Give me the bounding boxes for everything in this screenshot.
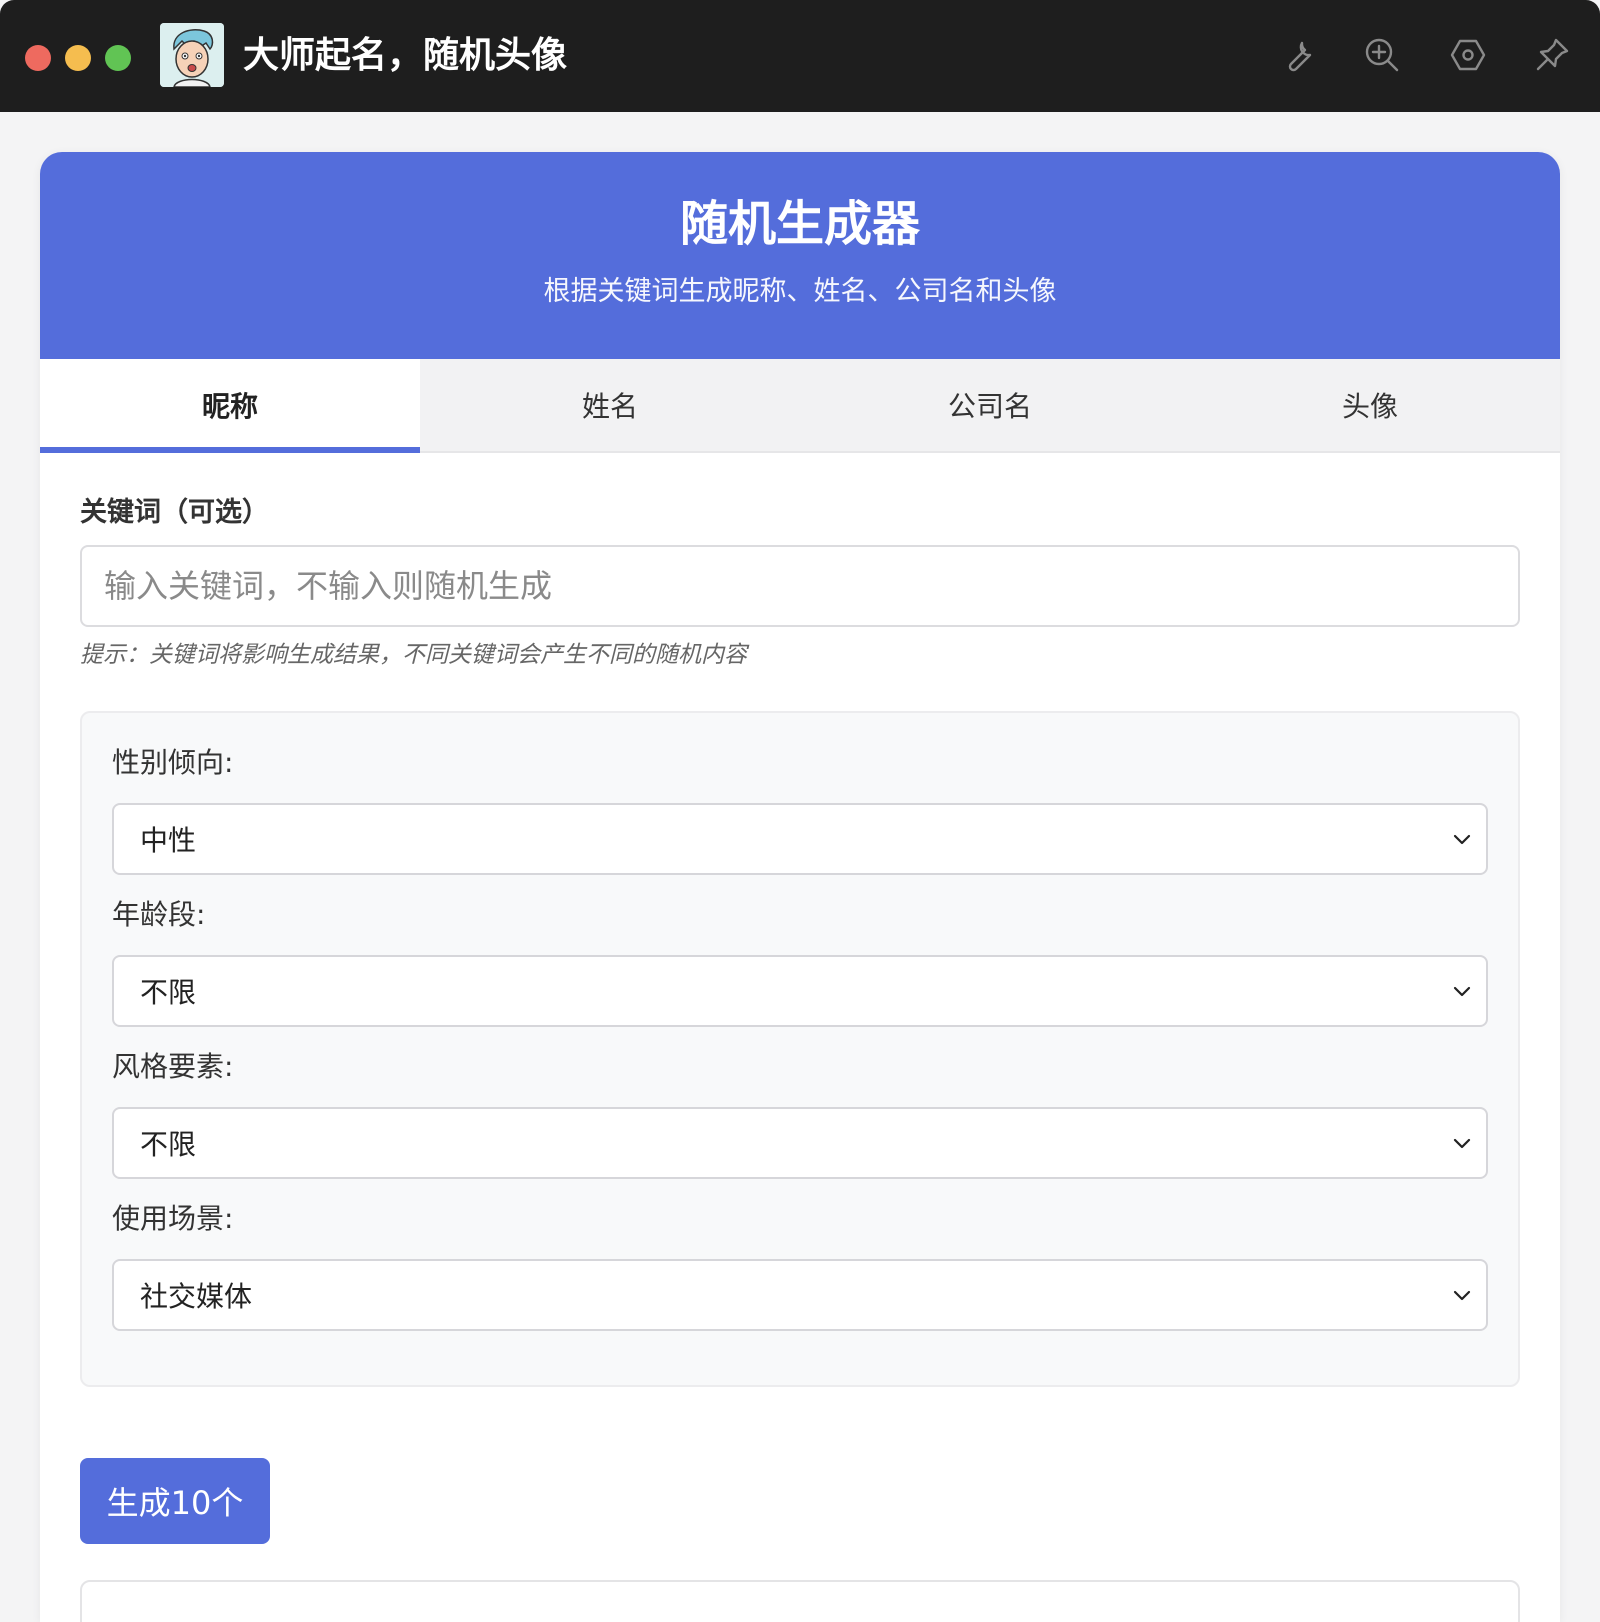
settings-hex-icon[interactable] — [1446, 33, 1490, 77]
chevron-down-icon — [1453, 1290, 1471, 1301]
window-titlebar: 大师起名，随机头像 — [0, 0, 1600, 112]
keyword-hint: 提示：关键词将影响生成结果，不同关键词会产生不同的随机内容 — [80, 642, 747, 668]
page-title: 随机生成器 — [679, 196, 920, 252]
scene-label: 使用场景: — [112, 1202, 234, 1235]
nickname-form: 关键词（可选） 提示：关键词将影响生成结果，不同关键词会产生不同的随机内容 性别… — [40, 493, 1560, 1387]
results-panel — [80, 1580, 1520, 1622]
header-banner: 随机生成器 根据关键词生成昵称、姓名、公司名和头像 — [40, 152, 1560, 359]
tab-name[interactable]: 姓名 — [420, 359, 800, 451]
tab-nickname[interactable]: 昵称 — [40, 359, 420, 453]
keyword-label: 关键词（可选） — [80, 497, 269, 528]
generate-button[interactable]: 生成10个 — [80, 1458, 270, 1544]
gender-select-value: 中性 — [140, 824, 197, 857]
tab-bar: 昵称 姓名 公司名 头像 — [40, 359, 1560, 453]
age-select-value: 不限 — [140, 976, 197, 1009]
age-label: 年龄段: — [112, 898, 206, 931]
tab-avatar[interactable]: 头像 — [1180, 359, 1560, 451]
style-select-value: 不限 — [140, 1128, 197, 1161]
window-title: 大师起名，随机头像 — [243, 35, 568, 76]
chevron-down-icon — [1453, 834, 1471, 845]
zoom-in-icon[interactable] — [1360, 33, 1404, 77]
gender-label: 性别倾向: — [112, 746, 234, 779]
chevron-down-icon — [1453, 986, 1471, 997]
options-panel: 性别倾向: 中性 年龄段: 不限 风格要素: 不限 使用场景: 社交媒体 — [80, 711, 1520, 1387]
app-avatar-icon — [160, 23, 224, 87]
pin-icon[interactable] — [1530, 33, 1574, 77]
scene-select[interactable]: 社交媒体 — [112, 1259, 1488, 1331]
close-window-button[interactable] — [25, 45, 51, 71]
age-select[interactable]: 不限 — [112, 955, 1488, 1027]
wrench-icon[interactable] — [1276, 33, 1320, 77]
scene-select-value: 社交媒体 — [140, 1280, 253, 1313]
minimize-window-button[interactable] — [65, 45, 91, 71]
keyword-input[interactable] — [80, 545, 1520, 627]
tab-company-name[interactable]: 公司名 — [800, 359, 1180, 451]
maximize-window-button[interactable] — [105, 45, 131, 71]
gender-select[interactable]: 中性 — [112, 803, 1488, 875]
page-subtitle: 根据关键词生成昵称、姓名、公司名和头像 — [543, 276, 1057, 307]
generator-card: 随机生成器 根据关键词生成昵称、姓名、公司名和头像 昵称 姓名 公司名 头像 关… — [40, 152, 1560, 1622]
style-label: 风格要素: — [112, 1050, 234, 1083]
style-select[interactable]: 不限 — [112, 1107, 1488, 1179]
chevron-down-icon — [1453, 1138, 1471, 1149]
